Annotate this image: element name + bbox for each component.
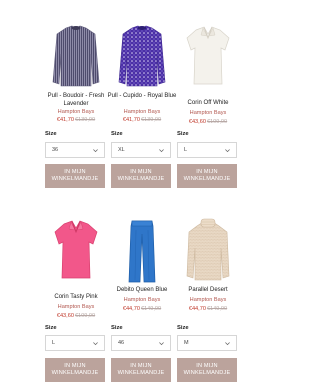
- size-label: Size: [45, 325, 57, 331]
- sale-price: €43,60: [56, 313, 74, 319]
- cart-button-line2: WINKELMANDJE: [51, 175, 99, 182]
- product-image[interactable]: [177, 24, 239, 92]
- chevron-down-icon: [225, 342, 230, 346]
- trousers-icon: [128, 220, 156, 283]
- polo-top-icon: [54, 220, 98, 279]
- size-label: Size: [111, 325, 123, 331]
- product-title[interactable]: Pull - Cupido - Royal Blue: [105, 93, 179, 101]
- patterned-sweater-icon: [118, 25, 166, 87]
- polo-top-icon: [186, 26, 230, 85]
- original-price: €139,00: [74, 117, 96, 123]
- size-select-value: M: [184, 340, 189, 346]
- sale-price: €41,70: [122, 117, 140, 123]
- chevron-down-icon: [159, 342, 164, 346]
- product-brand: Hampton Bays: [189, 297, 227, 303]
- product-title[interactable]: Corin Off White: [171, 100, 245, 108]
- product-title[interactable]: Pull - Boudoir - Fresh Lavender: [39, 93, 113, 108]
- product-prices: €44,70€149,00: [111, 306, 173, 312]
- cart-button-line2: WINKELMANDJE: [117, 369, 165, 376]
- size-select[interactable]: 46: [111, 335, 171, 351]
- size-select-value: 36: [52, 147, 59, 153]
- size-select-value: L: [184, 147, 188, 153]
- product-brand: Hampton Bays: [123, 297, 161, 303]
- size-select-value: 46: [118, 340, 125, 346]
- chevron-down-icon: [225, 149, 230, 153]
- original-price: €109,00: [74, 313, 96, 319]
- chevron-down-icon: [159, 149, 164, 153]
- cart-button-line1: IN MIJN: [196, 169, 218, 175]
- sale-price: €44,70: [122, 306, 140, 312]
- size-select-value: XL: [118, 147, 125, 153]
- size-select[interactable]: L: [177, 142, 237, 158]
- size-select[interactable]: M: [177, 335, 237, 351]
- product-prices: €43,60€109,00: [177, 119, 239, 125]
- striped-sweater-icon: [52, 25, 100, 87]
- original-price: €149,00: [206, 306, 228, 312]
- sale-price: €44,70: [188, 306, 206, 312]
- product-brand: Hampton Bays: [57, 109, 95, 115]
- chevron-down-icon: [93, 149, 98, 153]
- product-title[interactable]: Debito Queen Blue: [105, 287, 179, 295]
- cart-button-line2: WINKELMANDJE: [183, 369, 231, 376]
- size-select[interactable]: XL: [111, 142, 171, 158]
- size-select[interactable]: L: [45, 335, 105, 351]
- product-image[interactable]: [111, 218, 173, 286]
- product-image[interactable]: [111, 24, 173, 92]
- cart-button-line1: IN MIJN: [64, 363, 86, 369]
- cart-button-line2: WINKELMANDJE: [51, 369, 99, 376]
- product-title[interactable]: Corin Tasty Pink: [39, 294, 113, 302]
- product-brand: Hampton Bays: [189, 110, 227, 116]
- size-label: Size: [45, 131, 57, 137]
- chevron-down-icon: [93, 342, 98, 346]
- product-prices: €44,70€149,00: [177, 306, 239, 312]
- product-brand: Hampton Bays: [57, 304, 95, 310]
- product-brand: Hampton Bays: [123, 109, 161, 115]
- cart-button-line1: IN MIJN: [130, 169, 152, 175]
- cart-button-line2: WINKELMANDJE: [117, 175, 165, 182]
- cart-button-line1: IN MIJN: [196, 363, 218, 369]
- size-label: Size: [177, 131, 189, 137]
- size-select[interactable]: 36: [45, 142, 105, 158]
- product-prices: €41,70€139,00: [45, 117, 107, 123]
- product-image[interactable]: [177, 218, 239, 286]
- add-to-cart-button[interactable]: IN MIJN WINKELMANDJE: [45, 358, 105, 382]
- size-label: Size: [177, 325, 189, 331]
- add-to-cart-button[interactable]: IN MIJN WINKELMANDJE: [111, 358, 171, 382]
- cart-button-line2: WINKELMANDJE: [183, 175, 231, 182]
- original-price: €139,00: [140, 117, 162, 123]
- add-to-cart-button[interactable]: IN MIJN WINKELMANDJE: [177, 164, 237, 188]
- sale-price: €43,60: [188, 119, 206, 125]
- add-to-cart-button[interactable]: IN MIJN WINKELMANDJE: [177, 358, 237, 382]
- cart-button-line1: IN MIJN: [130, 363, 152, 369]
- add-to-cart-button[interactable]: IN MIJN WINKELMANDJE: [111, 164, 171, 188]
- cart-button-line1: IN MIJN: [64, 169, 86, 175]
- product-title[interactable]: Parallel Desert: [171, 287, 245, 295]
- original-price: €109,00: [206, 119, 228, 125]
- product-prices: €43,60€109,00: [45, 313, 107, 319]
- product-image[interactable]: [45, 24, 107, 92]
- sale-price: €41,70: [56, 117, 74, 123]
- knit-sweater-icon: [186, 218, 230, 281]
- add-to-cart-button[interactable]: IN MIJN WINKELMANDJE: [45, 164, 105, 188]
- product-image[interactable]: [45, 218, 107, 286]
- size-select-value: L: [52, 340, 56, 346]
- product-prices: €41,70€139,00: [111, 117, 173, 123]
- original-price: €149,00: [140, 306, 162, 312]
- product-grid: Pull - Boudoir - Fresh Lavender Hampton …: [0, 0, 295, 391]
- size-label: Size: [111, 131, 123, 137]
